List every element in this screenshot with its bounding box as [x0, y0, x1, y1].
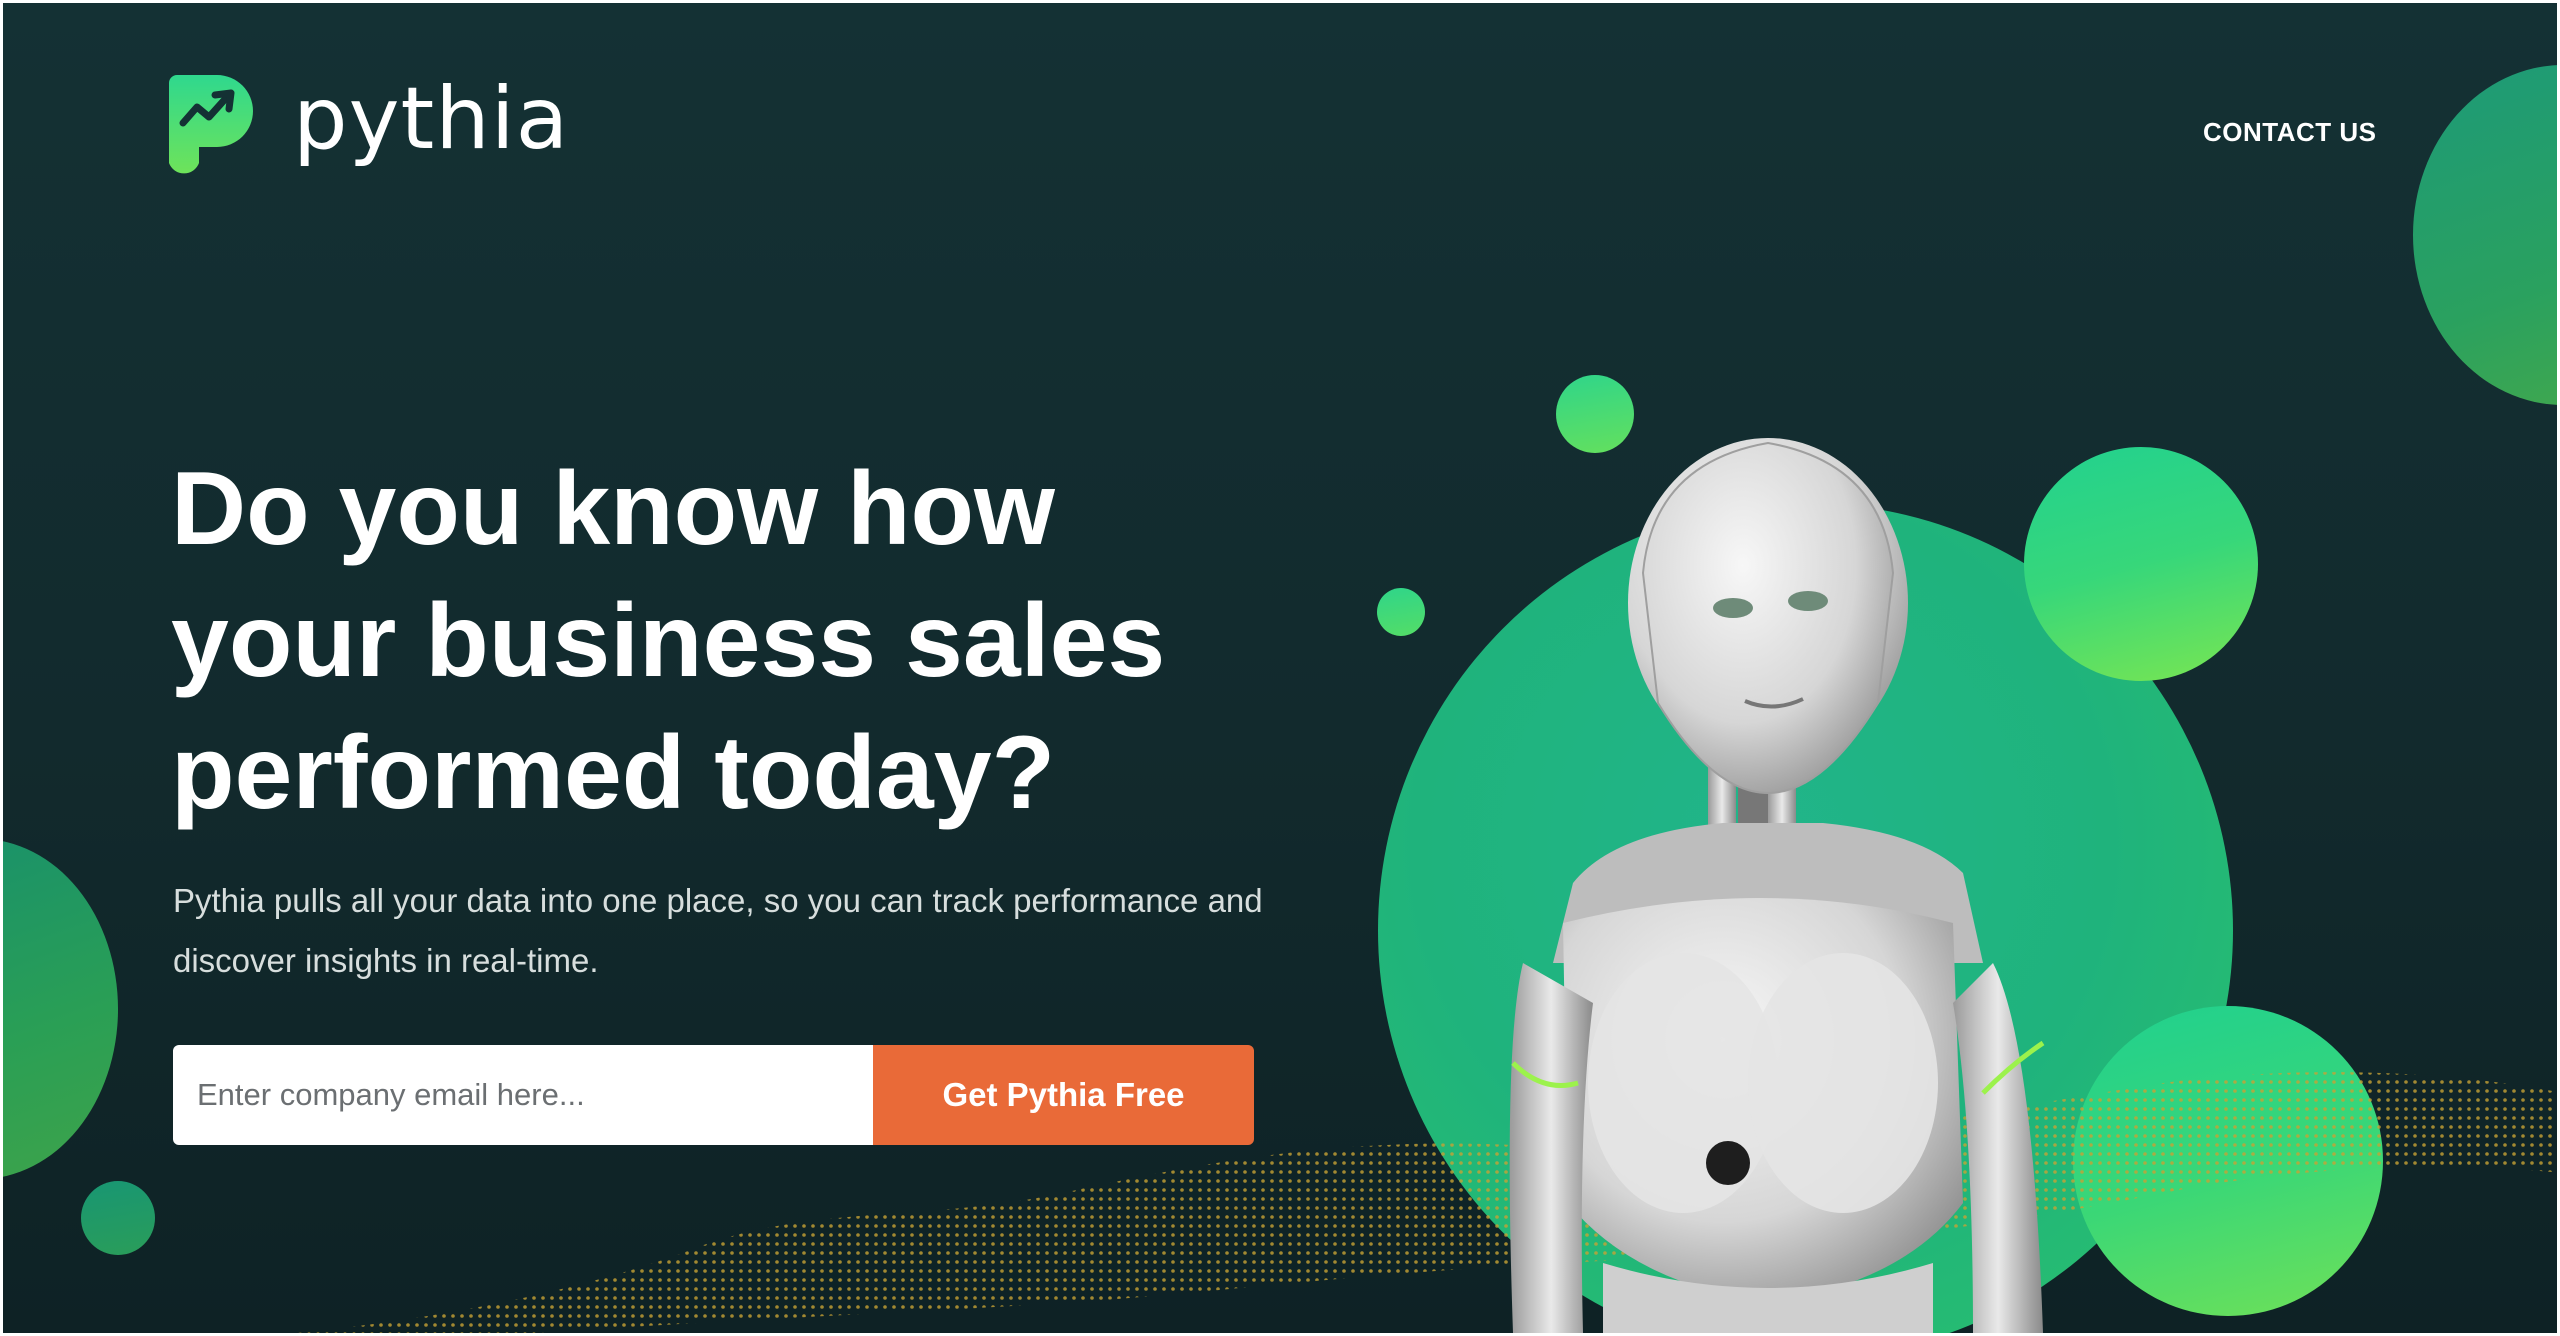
brand-logo[interactable]: pythia [169, 75, 569, 179]
pythia-logo-icon [169, 75, 253, 174]
decorative-circle-top-right [2413, 65, 2557, 405]
signup-form: Get Pythia Free [173, 1045, 1254, 1145]
subtext-line: discover insights in real-time. [173, 942, 599, 979]
get-pythia-free-button[interactable]: Get Pythia Free [873, 1045, 1254, 1145]
landing-page: pythia CONTACT US Do you know how your b… [3, 3, 2557, 1333]
decorative-circle-left-small [81, 1181, 155, 1255]
decorative-circle-tiny [1377, 588, 1425, 636]
decorative-circle-left [3, 839, 118, 1179]
robot-illustration [1509, 438, 2045, 1333]
contact-us-link[interactable]: CONTACT US [2203, 117, 2377, 148]
brand-name: pythia [293, 69, 570, 169]
headline-line: Do you know how [171, 451, 1055, 567]
headline-line: your business sales [171, 583, 1166, 699]
headline-line: performed today? [171, 715, 1056, 831]
hero-headline: Do you know how your business sales perf… [171, 443, 1371, 839]
email-field[interactable] [173, 1045, 873, 1145]
hero-subtext: Pythia pulls all your data into one plac… [173, 871, 1323, 991]
subtext-line: Pythia pulls all your data into one plac… [173, 882, 1263, 919]
